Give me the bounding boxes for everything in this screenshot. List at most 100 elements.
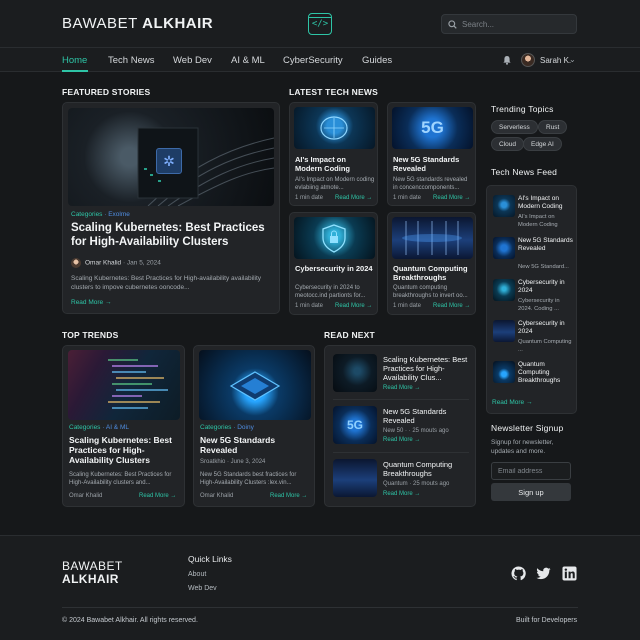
footer-link-webdev[interactable]: Web Dev: [188, 585, 217, 592]
featured-author: Omar Khalid · Jan 5, 2024: [71, 258, 161, 268]
nav-tech-news[interactable]: Tech News: [108, 55, 154, 66]
footer-divider: [62, 607, 578, 608]
user-name[interactable]: Sarah K.: [540, 56, 571, 65]
latest-more-4[interactable]: Read More →: [433, 303, 470, 309]
latest-desc-1: AI's Impact on Modern coding evlabiing a…: [295, 177, 375, 192]
latest-time-3: 1 min date: [295, 303, 324, 309]
nav-web-dev[interactable]: Web Dev: [173, 55, 212, 66]
latest-time-2: 1 min date: [393, 195, 422, 201]
brand-logo[interactable]: BAWABET ALKHAIR: [62, 15, 213, 32]
latest-heading: LATEST TECH NEWS: [289, 87, 378, 97]
latest-more-2[interactable]: Read More →: [433, 195, 470, 201]
author-avatar: [71, 258, 81, 268]
trend-author-2: Omar Khalid: [200, 493, 234, 499]
github-icon[interactable]: [511, 566, 526, 581]
built-for-developers: Built for Developers: [516, 617, 578, 624]
copyright: © 2024 Bawabet Alkhair. All rights reser…: [62, 617, 198, 624]
tag-rust[interactable]: Rust: [538, 120, 568, 134]
featured-category[interactable]: Categories · Exolme: [71, 211, 130, 218]
latest-card-2[interactable]: 5G New 5G Standards Revealed New 5G stan…: [387, 102, 476, 206]
readnext-more-2[interactable]: Read More →: [383, 437, 420, 443]
5g-image: 5G: [392, 107, 473, 149]
latest-time-4: 1 min date: [393, 303, 422, 309]
nav-home[interactable]: Home: [62, 55, 87, 66]
code-logo-icon[interactable]: </>: [308, 13, 332, 35]
feed-sub-1: AI's Impact on Modern Coding: [518, 214, 558, 228]
trend-title-1[interactable]: Scaling Kubernetes: Best Practices for H…: [69, 435, 181, 466]
bell-icon[interactable]: [502, 55, 512, 65]
feed-title-3[interactable]: Cybersecurity in 2024: [518, 279, 574, 295]
feed-read-more[interactable]: Read More →: [492, 399, 532, 406]
shield-lock-icon: [322, 224, 346, 253]
readnext-meta-2: New 50 · · 25 mouts ago: [383, 428, 449, 434]
trend-desc-2: New 5G Standards best fractices for High…: [200, 472, 297, 487]
feed-title-1[interactable]: AI's Impact on Modern Coding: [518, 195, 574, 211]
feed-title-4[interactable]: Cybersecurity in 2024: [518, 320, 574, 336]
footer-brand[interactable]: BAWABET ALKHAIR: [62, 560, 123, 585]
feed-panel: AI's Impact on Modern Coding AI's Impact…: [486, 185, 577, 414]
divider: [333, 399, 469, 400]
readnext-more-3[interactable]: Read More →: [383, 491, 420, 497]
featured-image: ✲: [68, 108, 274, 206]
trending-heading: Trending Topics: [491, 104, 554, 114]
latest-title-2[interactable]: New 5G Standards Revealed: [393, 155, 473, 173]
latest-more-1[interactable]: Read More →: [335, 195, 372, 201]
tag-cloud[interactable]: Cloud: [491, 137, 524, 151]
latest-card-1[interactable]: AI's Impact on Modern Coding AI's Impact…: [289, 102, 378, 206]
nav-guides[interactable]: Guides: [362, 55, 392, 66]
readnext-title-3[interactable]: Quantum Computing Breakthroughs: [383, 460, 471, 478]
user-avatar[interactable]: [521, 53, 535, 67]
chevron-down-icon[interactable]: ⌄: [569, 55, 576, 64]
feed-title-2[interactable]: New 5G Standards Revealed: [518, 237, 574, 253]
cyber-lock-image: [294, 217, 375, 259]
readnext-thumb-2: 5G: [333, 406, 377, 444]
search-input[interactable]: [462, 19, 572, 29]
5g-icon: 5G: [346, 418, 363, 432]
trend-more-2[interactable]: Read More →: [270, 493, 307, 499]
nav-cybersecurity[interactable]: CyberSecurity: [283, 55, 343, 66]
trend-category-1[interactable]: Categories · AI & ML: [69, 424, 129, 431]
feed-thumb-2: [493, 237, 515, 259]
newsletter-desc: Signup for newsletter, updates and more.: [491, 439, 554, 455]
feed-heading: Tech News Feed: [491, 167, 558, 177]
featured-title[interactable]: Scaling Kubernetes: Best Practices for H…: [71, 222, 276, 250]
nav-ai-ml[interactable]: AI & ML: [231, 55, 265, 66]
tag-edge-ai[interactable]: Edge AI: [523, 137, 562, 151]
latest-title-4[interactable]: Quantum Computing Breakthroughs: [393, 264, 473, 282]
quick-links-heading: Quick Links: [188, 554, 232, 564]
footer: [0, 535, 640, 640]
readnext-thumb-3: [333, 459, 377, 497]
trend-meta-2: Sroatkhio · June 3, 2024: [200, 459, 266, 465]
trend-desc-1: Scaling Kubernetes: Best Practices for H…: [69, 472, 172, 487]
featured-card[interactable]: ✲ Categories · Exolme Scaling Kubernetes…: [62, 102, 280, 314]
search-box[interactable]: [441, 14, 577, 34]
feed-sub-2: New 5G Standard...: [518, 264, 569, 270]
trend-title-2[interactable]: New 5G Standards Revealed: [200, 435, 312, 455]
divider: [333, 452, 469, 453]
latest-card-3[interactable]: Cybersecurity in 2024 Cybersecurity in 2…: [289, 212, 378, 315]
tag-serverless[interactable]: Serverless: [491, 120, 538, 134]
latest-more-3[interactable]: Read More →: [335, 303, 372, 309]
email-field[interactable]: [491, 462, 571, 480]
readnext-title-2[interactable]: New 5G Standards Revealed: [383, 407, 471, 425]
latest-title-1[interactable]: AI's Impact on Modern Coding: [295, 155, 375, 173]
kubernetes-icon: ✲: [156, 148, 182, 174]
readnext-thumb-1: [333, 354, 377, 392]
latest-card-4[interactable]: Quantum Computing Breakthroughs Quantum …: [387, 212, 476, 315]
trend-author-1: Omar Khalid: [69, 493, 103, 499]
trend-category-2[interactable]: Categories · Doiny: [200, 424, 254, 431]
footer-link-about[interactable]: About: [188, 571, 206, 578]
trend-card-2[interactable]: Categories · Doiny New 5G Standards Reve…: [193, 345, 315, 507]
readnext-more-1[interactable]: Read More →: [383, 385, 420, 391]
latest-time-1: 1 min date: [295, 195, 324, 201]
twitter-icon[interactable]: [536, 566, 551, 581]
signup-button[interactable]: Sign up: [491, 483, 571, 501]
featured-read-more[interactable]: Read More →: [71, 299, 111, 306]
linkedin-icon[interactable]: [562, 566, 577, 581]
feed-title-5[interactable]: Quantum Computing Breakthroughs: [518, 361, 574, 384]
trend-more-1[interactable]: Read More →: [139, 493, 176, 499]
trend-card-1[interactable]: Categories · AI & ML Scaling Kubernetes:…: [62, 345, 185, 507]
active-nav-underline: [62, 70, 88, 72]
readnext-title-1[interactable]: Scaling Kubernetes: Best Practices for H…: [383, 355, 471, 382]
latest-title-3[interactable]: Cybersecurity in 2024: [295, 264, 375, 273]
